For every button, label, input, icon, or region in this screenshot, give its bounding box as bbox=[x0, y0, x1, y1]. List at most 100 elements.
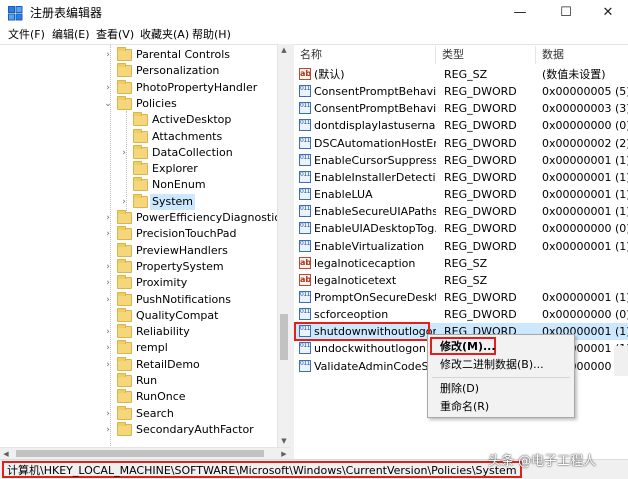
selected-value-highlight bbox=[294, 322, 430, 341]
close-button[interactable]: ✕ bbox=[588, 0, 628, 26]
binary-value-icon: 011 110 bbox=[299, 308, 311, 321]
expand-icon[interactable]: › bbox=[103, 357, 113, 373]
value-row[interactable]: 011 110ConsentPromptBehavio... REG_DWORD 0… bbox=[294, 100, 628, 117]
scroll-down-icon[interactable]: ▼ bbox=[278, 435, 290, 447]
tree-item-label: RunOnce bbox=[136, 390, 186, 404]
folder-icon bbox=[133, 193, 148, 208]
expand-icon[interactable]: › bbox=[103, 275, 113, 291]
tree-item[interactable]: › System bbox=[0, 193, 290, 210]
maximize-button[interactable]: ☐ bbox=[546, 0, 586, 26]
scroll-thumb[interactable] bbox=[16, 450, 264, 457]
column-data[interactable]: 数据 bbox=[536, 46, 628, 64]
value-row[interactable]: 011 110DSCAutomationHostEna... REG_DWORD 0… bbox=[294, 135, 628, 152]
menu-help[interactable]: 帮助(H) bbox=[190, 27, 233, 43]
string-value-icon: ab bbox=[299, 256, 311, 269]
tree-vertical-scrollbar[interactable]: ▲ ▼ bbox=[277, 44, 290, 447]
tree-item[interactable]: › SecondaryAuthFactor bbox=[0, 421, 290, 438]
expand-icon[interactable]: › bbox=[103, 210, 113, 226]
expand-icon[interactable]: › bbox=[103, 422, 113, 438]
expand-icon[interactable]: › bbox=[103, 324, 113, 340]
value-name: legalnoticetext bbox=[314, 273, 397, 287]
menu-view[interactable]: 查看(V) bbox=[94, 27, 136, 43]
folder-icon bbox=[117, 63, 132, 78]
expand-icon[interactable]: › bbox=[103, 226, 113, 242]
tree-item[interactable]: › RetailDemo bbox=[0, 356, 290, 373]
folder-icon bbox=[133, 128, 148, 143]
value-row[interactable]: 011 110dontdisplaylastusername REG_DWORD 0… bbox=[294, 117, 628, 134]
tree-item[interactable]: ⌄ Policies bbox=[0, 95, 290, 112]
folder-icon bbox=[117, 291, 132, 306]
tree-item[interactable]: ActiveDesktop bbox=[0, 112, 290, 128]
value-name: undockwithoutlogon bbox=[314, 342, 426, 356]
tree-item[interactable]: Attachments bbox=[0, 128, 290, 145]
scroll-up-icon[interactable]: ▲ bbox=[278, 44, 290, 56]
tree-item[interactable]: › PhotoPropertyHandler bbox=[0, 79, 290, 96]
tree-item[interactable]: › PropertySystem bbox=[0, 258, 290, 275]
tree-item[interactable]: › Reliability bbox=[0, 324, 290, 340]
expand-icon[interactable]: › bbox=[103, 80, 113, 96]
context-rename[interactable]: 重命名(R) bbox=[440, 399, 489, 415]
folder-icon bbox=[117, 79, 132, 94]
tree-horizontal-scrollbar[interactable]: ◀ ▶ bbox=[0, 447, 290, 459]
key-path: 计算机\HKEY_LOCAL_MACHINE\SOFTWARE\Microsof… bbox=[2, 461, 522, 478]
context-modify-binary[interactable]: 修改二进制数据(B)... bbox=[440, 357, 544, 373]
expanded-icon[interactable]: ⌄ bbox=[103, 96, 113, 112]
folder-icon bbox=[117, 421, 132, 436]
context-delete[interactable]: 删除(D) bbox=[440, 381, 479, 397]
value-row[interactable]: 011 110EnableInstallerDetection REG_DWORD… bbox=[294, 169, 628, 186]
minimize-button[interactable]: — bbox=[500, 0, 540, 26]
expand-icon[interactable]: › bbox=[119, 194, 129, 210]
column-name[interactable]: 名称 bbox=[294, 46, 436, 64]
value-row[interactable]: 011 110EnableSecureUIAPaths REG_DWORD 0x00… bbox=[294, 203, 628, 220]
tree-item[interactable]: Explorer bbox=[0, 161, 290, 177]
tree-item[interactable]: PreviewHandlers bbox=[0, 242, 290, 259]
tree-item[interactable]: Run bbox=[0, 373, 290, 389]
tree-item[interactable]: › Proximity bbox=[0, 275, 290, 291]
folder-icon bbox=[117, 389, 132, 404]
menu-file[interactable]: 文件(F) bbox=[6, 27, 47, 43]
title-bar: 注册表编辑器 — ☐ ✕ bbox=[0, 0, 628, 26]
tree-item[interactable]: › PushNotifications bbox=[0, 291, 290, 308]
value-row[interactable]: 011 110EnableUIADesktopTog... REG_DWORD 0x… bbox=[294, 220, 628, 237]
value-type: REG_SZ bbox=[444, 273, 488, 287]
tree-item[interactable]: › PowerEfficiencyDiagnostics bbox=[0, 210, 290, 226]
column-type[interactable]: 类型 bbox=[436, 46, 536, 64]
value-row[interactable]: 011 110EnableCursorSuppressi... REG_DWORD… bbox=[294, 152, 628, 169]
value-data: 0x00000000 (0) bbox=[542, 222, 628, 236]
value-row[interactable]: 011 110EnableVirtualization REG_DWORD 0x00… bbox=[294, 238, 628, 255]
tree-item[interactable]: › rempl bbox=[0, 340, 290, 356]
expand-icon[interactable]: › bbox=[119, 145, 129, 161]
expand-icon[interactable]: › bbox=[103, 292, 113, 308]
expand-icon[interactable]: › bbox=[103, 259, 113, 275]
binary-value-icon: 011 110 bbox=[299, 153, 311, 166]
tree-item[interactable]: RunOnce bbox=[0, 389, 290, 405]
value-name: ValidateAdminCodeSi... bbox=[314, 359, 436, 373]
value-row[interactable]: ab (默认) REG_SZ (数值未设置) bbox=[294, 66, 628, 83]
value-row[interactable]: ab legalnoticetext REG_SZ bbox=[294, 272, 628, 289]
values-vertical-scrollbar[interactable] bbox=[614, 346, 628, 376]
binary-value-icon: 011 110 bbox=[299, 290, 311, 303]
value-row[interactable]: 011 110ConsentPromptBehavio... REG_DWORD 0… bbox=[294, 83, 628, 100]
expand-icon[interactable]: › bbox=[103, 406, 113, 422]
expand-icon[interactable]: › bbox=[103, 340, 113, 356]
expand-icon[interactable]: › bbox=[103, 47, 113, 63]
menu-favorites[interactable]: 收藏夹(A) bbox=[138, 27, 191, 43]
tree-item[interactable]: › PrecisionTouchPad bbox=[0, 226, 290, 242]
value-row[interactable]: 011 110EnableLUA REG_DWORD 0x00000001 (1) bbox=[294, 186, 628, 203]
tree-item[interactable]: › Parental Controls bbox=[0, 47, 290, 63]
value-row[interactable]: 011 110scforceoption REG_DWORD 0x00000000 … bbox=[294, 306, 628, 323]
scroll-thumb[interactable] bbox=[280, 314, 288, 360]
tree-item[interactable]: › DataCollection bbox=[0, 144, 290, 161]
value-type: REG_DWORD bbox=[444, 85, 517, 99]
folder-icon bbox=[117, 373, 132, 387]
tree-item[interactable]: Personalization bbox=[0, 63, 290, 79]
value-row[interactable]: 011 110PromptOnSecureDesktop REG_DWORD 0x0… bbox=[294, 289, 628, 306]
key-tree[interactable]: › Parental Controls Personalization › PhotoP… bbox=[0, 44, 290, 447]
tree-item[interactable]: › Search bbox=[0, 405, 290, 422]
value-row[interactable]: ab legalnoticecaption REG_SZ bbox=[294, 255, 628, 272]
value-data: 0x00000003 (3) bbox=[542, 102, 628, 116]
menu-edit[interactable]: 编辑(E) bbox=[50, 27, 92, 43]
tree-item[interactable]: NonEnum bbox=[0, 177, 290, 193]
context-modify[interactable]: 修改(M)... bbox=[440, 339, 496, 355]
tree-item[interactable]: QualityCompat bbox=[0, 307, 290, 324]
